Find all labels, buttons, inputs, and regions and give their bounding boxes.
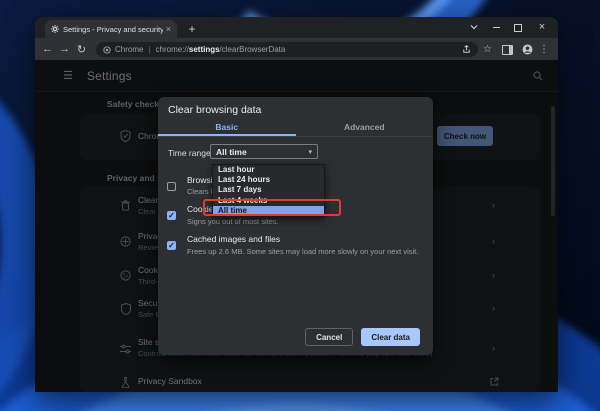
tab-basic[interactable]: Basic (158, 119, 296, 136)
url-divider: | (148, 45, 150, 54)
forward-icon[interactable]: → (56, 43, 73, 55)
minimize-button[interactable] (485, 19, 507, 35)
tab-settings[interactable]: Settings - Privacy and security × (45, 20, 177, 38)
time-range-label: Time range (168, 148, 211, 158)
profile-avatar[interactable] (522, 42, 533, 57)
new-tab-button[interactable]: + (185, 22, 199, 36)
option-last-hour[interactable]: Last hour (213, 165, 324, 175)
back-icon[interactable]: ← (39, 43, 56, 55)
tab-advanced[interactable]: Advanced (296, 119, 434, 136)
kebab-menu-icon[interactable]: ⋮ (539, 42, 549, 57)
url-chip-label: Chrome (115, 45, 143, 54)
checkbox-desc: Signs you out of most sites. (187, 217, 279, 226)
screenshot-root: Settings - Privacy and security × + × ← … (0, 0, 600, 411)
bookmark-star-icon[interactable]: ☆ (483, 42, 492, 57)
address-bar[interactable]: Chrome | chrome://settings/clearBrowserD… (96, 42, 478, 57)
dialog-title: Clear browsing data (168, 104, 261, 116)
tab-strip: Settings - Privacy and security × + × (35, 17, 558, 38)
browser-window: Settings - Privacy and security × + × ← … (35, 17, 558, 392)
settings-gear-icon (51, 25, 59, 33)
cached-images-checkbox[interactable]: ✓ (167, 241, 176, 250)
site-icon (103, 46, 111, 54)
browsing-history-checkbox[interactable] (167, 182, 176, 191)
annotation-highlight-box (203, 199, 341, 216)
dialog-tabs: Basic Advanced (158, 119, 433, 137)
url-text: chrome://settings/clearBrowserData (156, 45, 286, 54)
side-panel-icon[interactable] (502, 42, 513, 57)
tab-close-icon[interactable]: × (166, 24, 171, 34)
time-range-value: All time (216, 147, 247, 157)
option-last-7-days[interactable]: Last 7 days (213, 185, 324, 195)
reload-icon[interactable]: ↻ (73, 43, 90, 56)
option-last-24-hours[interactable]: Last 24 hours (213, 175, 324, 185)
clear-browsing-data-dialog: Clear browsing data Basic Advanced Time … (158, 97, 433, 355)
close-button[interactable]: × (531, 19, 553, 35)
checkbox-desc: Frees up 2.6 MB. Some sites may load mor… (187, 247, 418, 256)
cookies-checkbox[interactable]: ✓ (167, 211, 176, 220)
dialog-footer: Cancel Clear data (305, 328, 420, 346)
cancel-button[interactable]: Cancel (305, 328, 353, 346)
tab-title: Settings - Privacy and security (63, 25, 163, 34)
checkbox-label: Cached images and files (187, 234, 280, 244)
titlebar-chevron-icon[interactable] (463, 19, 485, 35)
clear-data-button[interactable]: Clear data (361, 328, 420, 346)
chevron-down-icon: ▾ (308, 148, 312, 156)
maximize-button[interactable] (507, 19, 529, 35)
share-icon[interactable] (462, 45, 471, 54)
time-range-select[interactable]: All time ▾ (210, 144, 318, 159)
